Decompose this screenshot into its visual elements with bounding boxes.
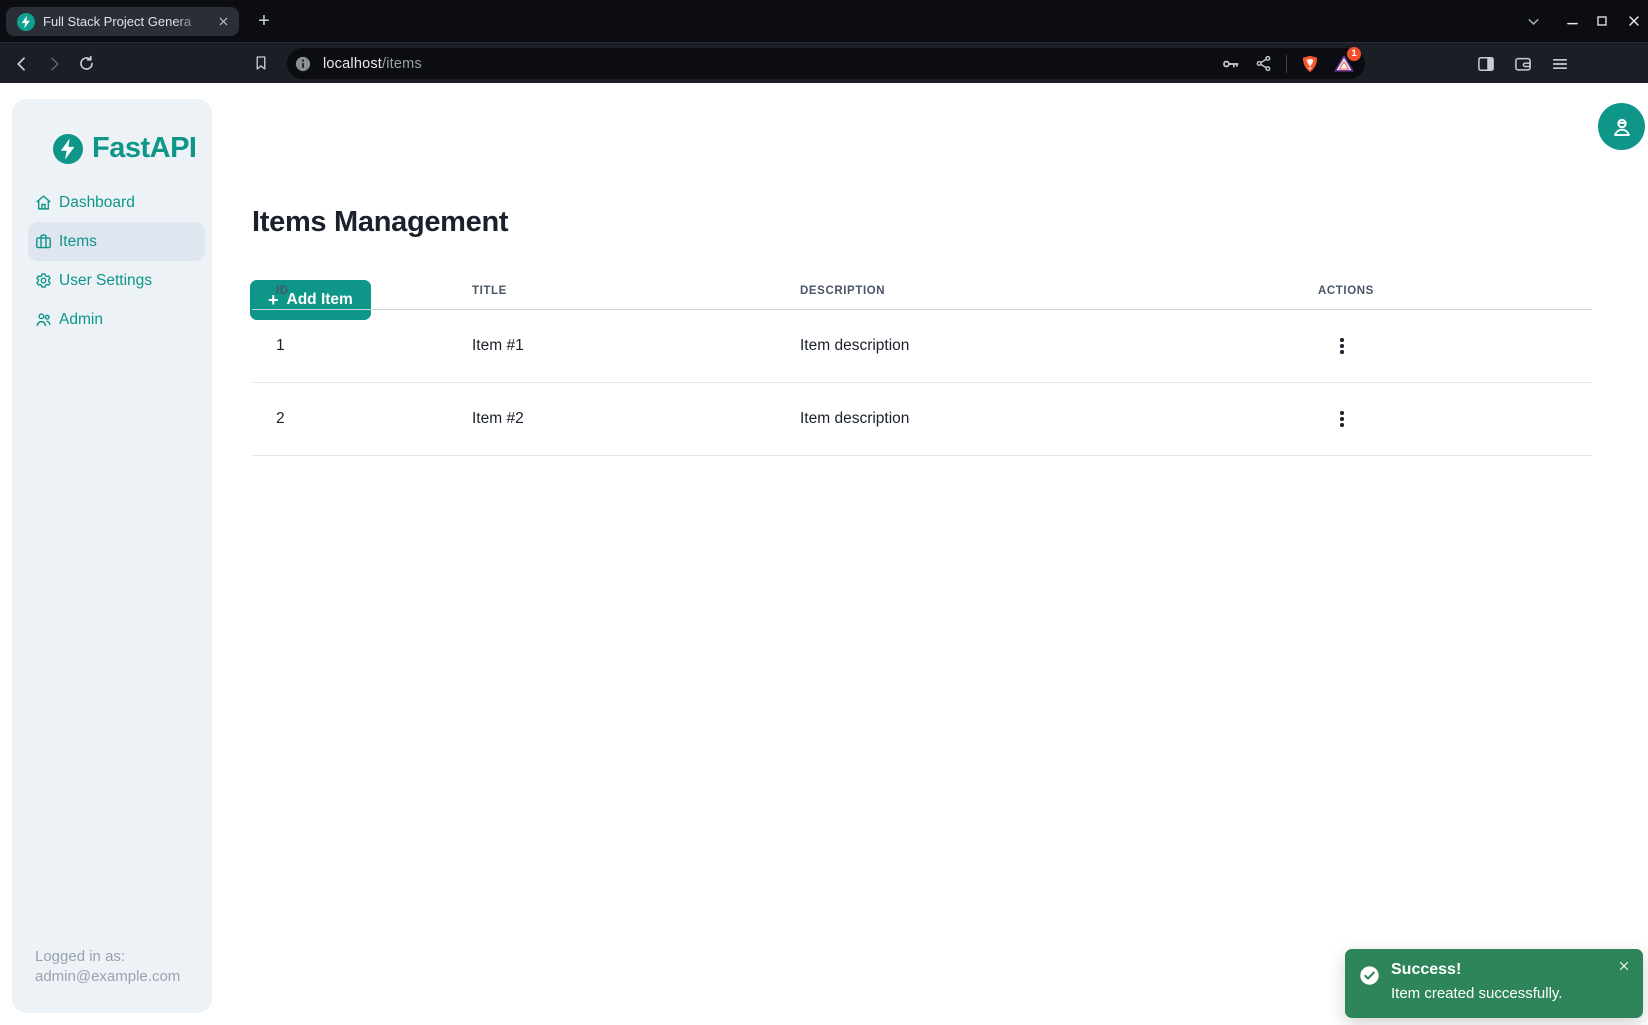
logged-in-label: Logged in as: [35, 947, 180, 967]
reload-button[interactable] [74, 52, 98, 76]
menu-hamburger-icon[interactable] [1548, 52, 1572, 76]
logged-in-email: admin@example.com [35, 967, 180, 987]
browser-tab-bar: Full Stack Project Genera + [0, 0, 1648, 42]
sidebar: FastAPI Dashboard Items [12, 99, 212, 1013]
user-icon [1609, 114, 1635, 140]
url-path: /items [382, 56, 422, 72]
column-header-title: TITLE [472, 285, 800, 297]
browser-toolbar: localhost/items 1 [0, 42, 1648, 83]
toast-title: Success! [1391, 961, 1461, 979]
browser-window: Full Stack Project Genera + [0, 0, 1648, 1025]
url-text: localhost/items [323, 56, 422, 72]
site-info-icon[interactable] [293, 54, 313, 74]
toolbar-divider [1286, 55, 1287, 73]
toast-message: Item created successfully. [1391, 985, 1562, 1002]
fastapi-bolt-icon [53, 134, 83, 164]
url-host: localhost [323, 56, 382, 72]
minimize-button[interactable] [1562, 11, 1582, 31]
address-bar[interactable]: localhost/items 1 [287, 48, 1365, 79]
brave-rewards-icon[interactable]: 1 [1333, 53, 1355, 75]
page-content: FastAPI Dashboard Items [0, 83, 1648, 1025]
users-icon [35, 311, 52, 328]
toast-close-icon[interactable] [1616, 958, 1632, 974]
new-tab-button[interactable]: + [252, 9, 276, 33]
forward-button[interactable] [42, 52, 66, 76]
cell-title: Item #1 [472, 337, 800, 355]
sidebar-nav: Dashboard Items User Settings [12, 183, 212, 339]
cell-description: Item description [800, 337, 1318, 355]
password-key-icon[interactable] [1221, 54, 1241, 74]
sidebar-item-label: Admin [59, 311, 103, 329]
sidebar-item-admin[interactable]: Admin [12, 300, 212, 339]
cell-id: 1 [252, 337, 472, 355]
sidebar-item-label: User Settings [59, 272, 152, 290]
cell-id: 2 [252, 410, 472, 428]
table-row: 1 Item #1 Item description [252, 310, 1592, 383]
maximize-button[interactable] [1592, 11, 1612, 31]
fastapi-favicon-icon [17, 13, 35, 31]
row-actions-menu-icon[interactable] [1328, 405, 1356, 433]
home-icon [35, 194, 52, 211]
side-panel-icon[interactable] [1474, 52, 1498, 76]
logo-wordmark: FastAPI [92, 132, 196, 165]
sidebar-item-label: Dashboard [59, 194, 135, 212]
column-header-actions: ACTIONS [1318, 285, 1592, 297]
cell-description: Item description [800, 410, 1318, 428]
bookmark-icon[interactable] [250, 52, 272, 74]
table-row: 2 Item #2 Item description [252, 383, 1592, 456]
fastapi-logo: FastAPI [53, 132, 196, 165]
page-title: Items Management [252, 206, 508, 239]
logged-in-info: Logged in as: admin@example.com [35, 947, 180, 987]
cell-title: Item #2 [472, 410, 800, 428]
gear-icon [35, 272, 52, 289]
share-icon[interactable] [1254, 54, 1273, 73]
check-circle-icon [1359, 965, 1380, 986]
column-header-id: ID [252, 285, 472, 297]
tab-title: Full Stack Project Genera [43, 14, 207, 29]
sidebar-item-label: Items [59, 233, 97, 251]
wallet-icon[interactable] [1511, 52, 1535, 76]
browser-tab[interactable]: Full Stack Project Genera [6, 7, 239, 36]
items-table: ID TITLE DESCRIPTION ACTIONS 1 Item #1 I… [252, 273, 1592, 456]
success-toast: Success! Item created successfully. [1345, 949, 1643, 1018]
rewards-notification-badge: 1 [1347, 47, 1361, 61]
table-header-row: ID TITLE DESCRIPTION ACTIONS [252, 273, 1592, 310]
user-avatar-button[interactable] [1598, 103, 1645, 150]
tab-search-chevron-icon[interactable] [1523, 11, 1543, 31]
briefcase-icon [35, 233, 52, 250]
row-actions-menu-icon[interactable] [1328, 332, 1356, 360]
back-button[interactable] [10, 52, 34, 76]
tab-close-icon[interactable] [215, 14, 231, 30]
window-controls [1523, 0, 1644, 42]
brave-shields-icon[interactable] [1300, 54, 1320, 74]
column-header-description: DESCRIPTION [800, 285, 1318, 297]
sidebar-item-user-settings[interactable]: User Settings [12, 261, 212, 300]
sidebar-item-items[interactable]: Items [28, 222, 205, 261]
close-window-button[interactable] [1624, 11, 1644, 31]
sidebar-item-dashboard[interactable]: Dashboard [12, 183, 212, 222]
